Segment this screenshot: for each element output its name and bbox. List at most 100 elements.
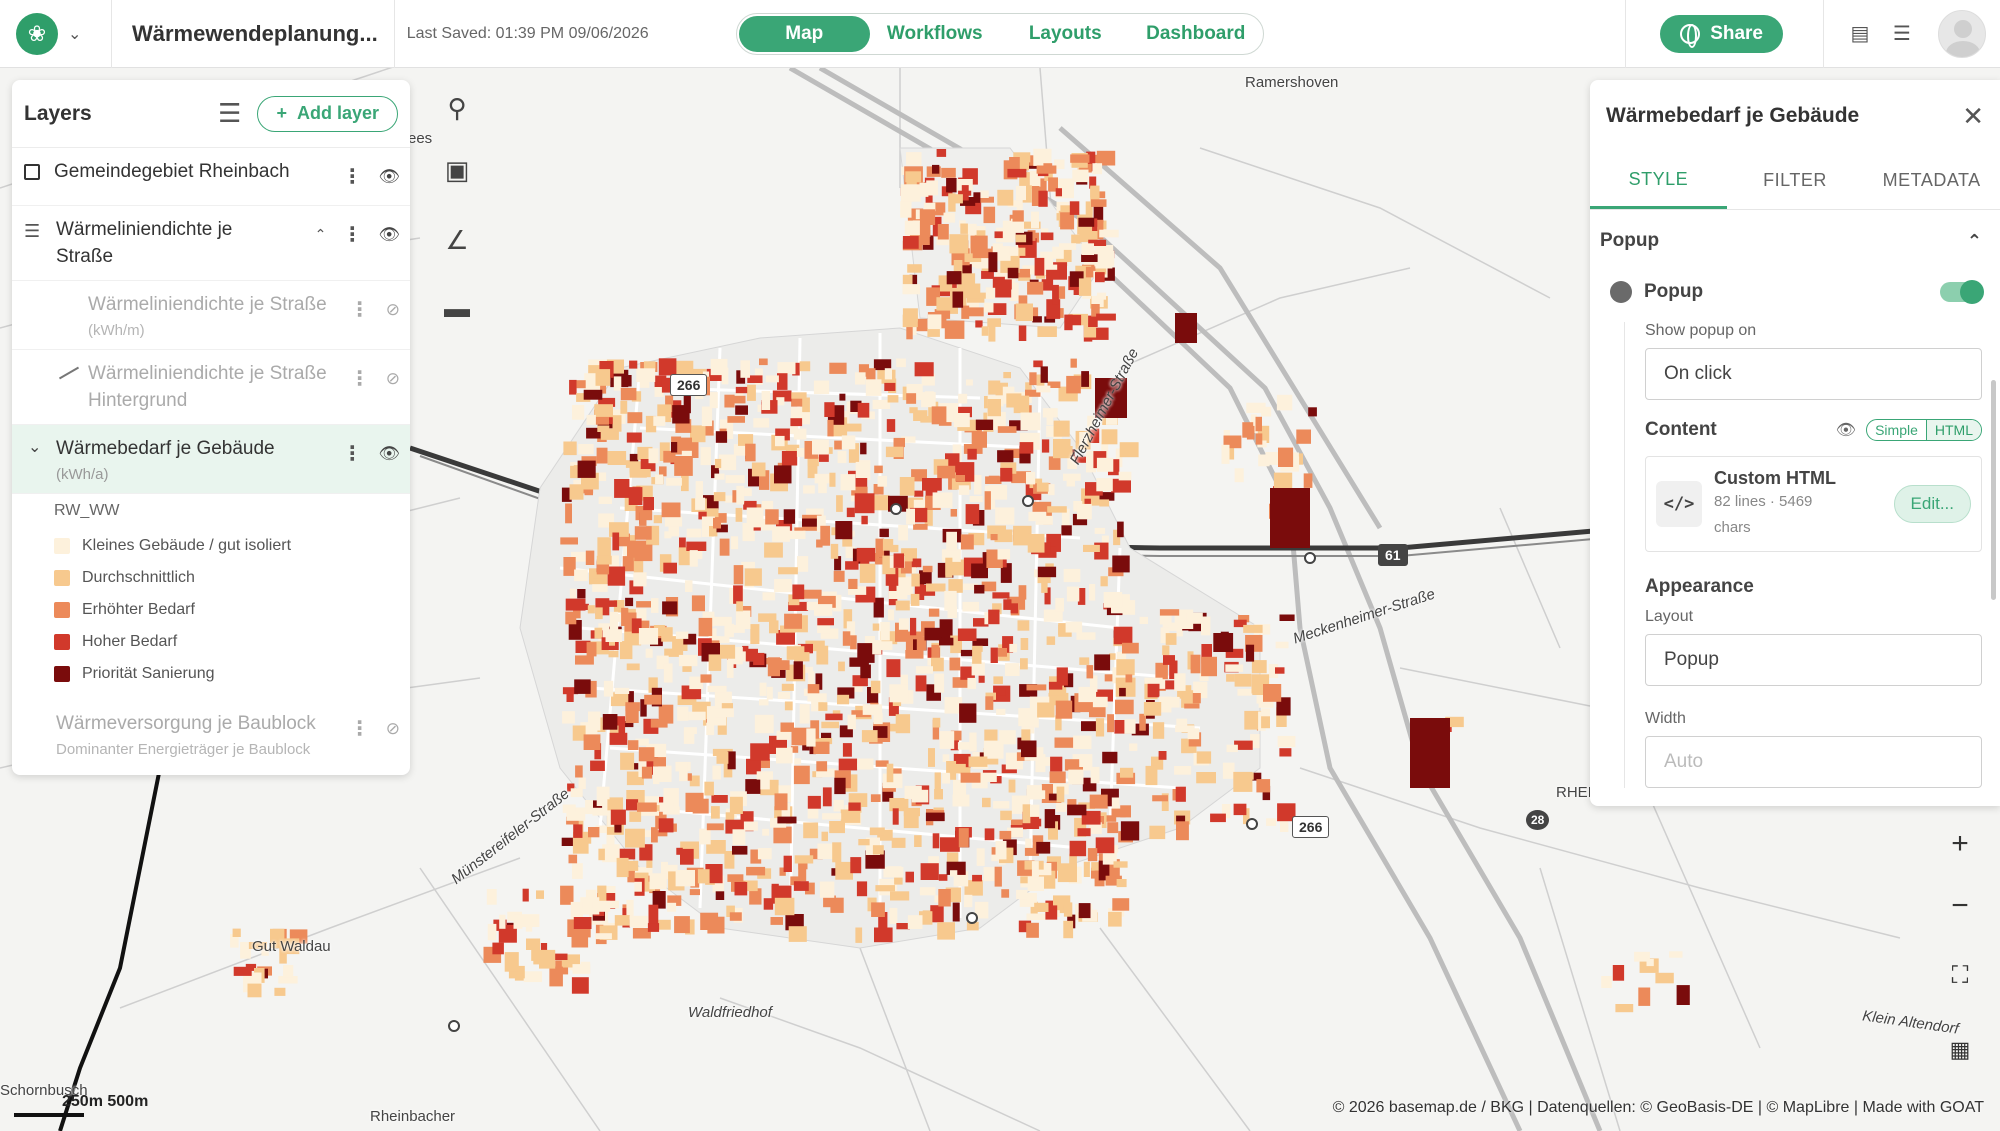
building-footprint[interactable] xyxy=(562,804,576,813)
building-footprint[interactable] xyxy=(870,680,881,694)
chevron-up-icon[interactable]: ⌃ xyxy=(315,226,327,243)
building-footprint[interactable] xyxy=(667,902,677,912)
building-footprint[interactable] xyxy=(964,283,981,299)
building-footprint[interactable] xyxy=(583,734,601,750)
building-footprint[interactable] xyxy=(838,661,845,672)
building-footprint[interactable] xyxy=(1174,766,1192,775)
building-footprint[interactable] xyxy=(595,933,612,940)
building-footprint[interactable] xyxy=(634,881,642,892)
building-footprint[interactable] xyxy=(1069,201,1080,215)
building-footprint[interactable] xyxy=(741,561,755,569)
building-footprint[interactable] xyxy=(922,478,942,491)
building-footprint[interactable] xyxy=(802,397,810,413)
building-footprint[interactable] xyxy=(857,402,870,418)
building-footprint[interactable] xyxy=(898,524,908,541)
building-footprint[interactable] xyxy=(757,848,772,860)
building-footprint[interactable] xyxy=(695,481,703,501)
building-footprint[interactable] xyxy=(1066,586,1080,602)
building-footprint[interactable] xyxy=(1090,766,1100,784)
building-footprint[interactable] xyxy=(734,882,748,896)
building-footprint[interactable] xyxy=(914,835,922,847)
building-footprint[interactable] xyxy=(999,830,1012,840)
building-footprint[interactable] xyxy=(1041,439,1050,453)
building-footprint[interactable] xyxy=(689,550,698,567)
building-footprint[interactable] xyxy=(949,194,963,204)
building-footprint[interactable] xyxy=(898,618,909,630)
building-footprint[interactable] xyxy=(621,607,629,626)
building-footprint[interactable] xyxy=(1056,803,1067,812)
building-footprint[interactable] xyxy=(896,358,906,368)
building-footprint[interactable] xyxy=(1068,769,1084,785)
building-footprint[interactable] xyxy=(884,368,892,380)
building-footprint[interactable] xyxy=(1246,425,1255,440)
building-footprint[interactable] xyxy=(1159,609,1180,616)
building-footprint[interactable] xyxy=(958,393,968,404)
building-footprint[interactable] xyxy=(848,578,858,589)
building-footprint[interactable] xyxy=(607,799,622,812)
building-footprint[interactable] xyxy=(750,743,770,761)
building-footprint[interactable] xyxy=(569,484,584,500)
building-footprint[interactable] xyxy=(1096,457,1114,472)
building-footprint[interactable] xyxy=(627,740,639,750)
building-footprint[interactable] xyxy=(1213,633,1234,652)
building-footprint[interactable] xyxy=(998,279,1012,290)
building-footprint[interactable] xyxy=(1118,471,1132,481)
building-footprint[interactable] xyxy=(643,497,654,511)
eye-icon[interactable]: 👁 xyxy=(378,225,400,245)
building-footprint[interactable] xyxy=(563,557,576,576)
building-footprint[interactable] xyxy=(729,796,743,814)
building-footprint[interactable] xyxy=(636,368,656,382)
building-footprint[interactable] xyxy=(934,772,941,790)
building-footprint[interactable] xyxy=(943,212,956,223)
building-footprint[interactable] xyxy=(539,949,556,969)
kebab-menu-icon[interactable]: ⋮ xyxy=(350,297,370,322)
building-footprint[interactable] xyxy=(519,914,540,927)
building-footprint[interactable] xyxy=(832,842,842,863)
building-footprint[interactable] xyxy=(1266,818,1277,826)
building-footprint[interactable] xyxy=(1119,442,1139,458)
building-footprint[interactable] xyxy=(971,563,988,579)
building-footprint[interactable] xyxy=(1059,243,1077,250)
building-footprint[interactable] xyxy=(629,360,638,369)
building-footprint[interactable] xyxy=(1044,809,1056,829)
tab-workflows[interactable]: Workflows xyxy=(870,16,1001,52)
building-footprint[interactable] xyxy=(836,495,843,512)
building-footprint[interactable] xyxy=(1010,603,1018,614)
building-footprint[interactable] xyxy=(1145,765,1158,786)
building-footprint[interactable] xyxy=(610,809,626,825)
building-footprint[interactable] xyxy=(1007,267,1019,279)
building-footprint[interactable] xyxy=(232,928,241,937)
building-footprint[interactable] xyxy=(1027,533,1045,553)
building-footprint[interactable] xyxy=(487,923,497,941)
user-avatar[interactable] xyxy=(1938,10,1986,58)
building-footprint[interactable] xyxy=(1048,681,1063,690)
building-footprint[interactable] xyxy=(698,617,713,637)
building-footprint[interactable] xyxy=(1003,599,1012,610)
building-footprint[interactable] xyxy=(975,320,983,328)
building-footprint[interactable] xyxy=(886,659,901,678)
building-footprint[interactable] xyxy=(818,474,827,494)
building-footprint[interactable] xyxy=(872,845,884,855)
building-footprint[interactable] xyxy=(714,473,725,480)
building-footprint[interactable] xyxy=(919,209,936,225)
building-footprint[interactable] xyxy=(727,416,745,423)
eye-off-icon[interactable]: ⊘ xyxy=(386,300,400,320)
building-footprint[interactable] xyxy=(1092,696,1108,708)
building-footprint[interactable] xyxy=(985,287,995,299)
building-footprint[interactable] xyxy=(1092,163,1103,175)
building-footprint[interactable] xyxy=(972,874,982,882)
building-footprint[interactable] xyxy=(718,454,737,471)
building-footprint[interactable] xyxy=(1049,771,1066,784)
building-footprint[interactable] xyxy=(1018,295,1028,305)
building-footprint[interactable] xyxy=(797,556,809,572)
building-footprint[interactable] xyxy=(758,613,777,622)
building-footprint[interactable] xyxy=(875,885,895,892)
building-footprint[interactable] xyxy=(626,799,639,811)
building-footprint[interactable] xyxy=(663,663,673,683)
building-footprint[interactable] xyxy=(705,508,719,518)
building-footprint[interactable] xyxy=(1089,794,1108,809)
ruler-icon[interactable]: ▬ xyxy=(437,288,477,328)
building-footprint[interactable] xyxy=(834,777,846,795)
building-footprint[interactable] xyxy=(1296,429,1311,444)
building-footprint[interactable] xyxy=(902,314,918,328)
